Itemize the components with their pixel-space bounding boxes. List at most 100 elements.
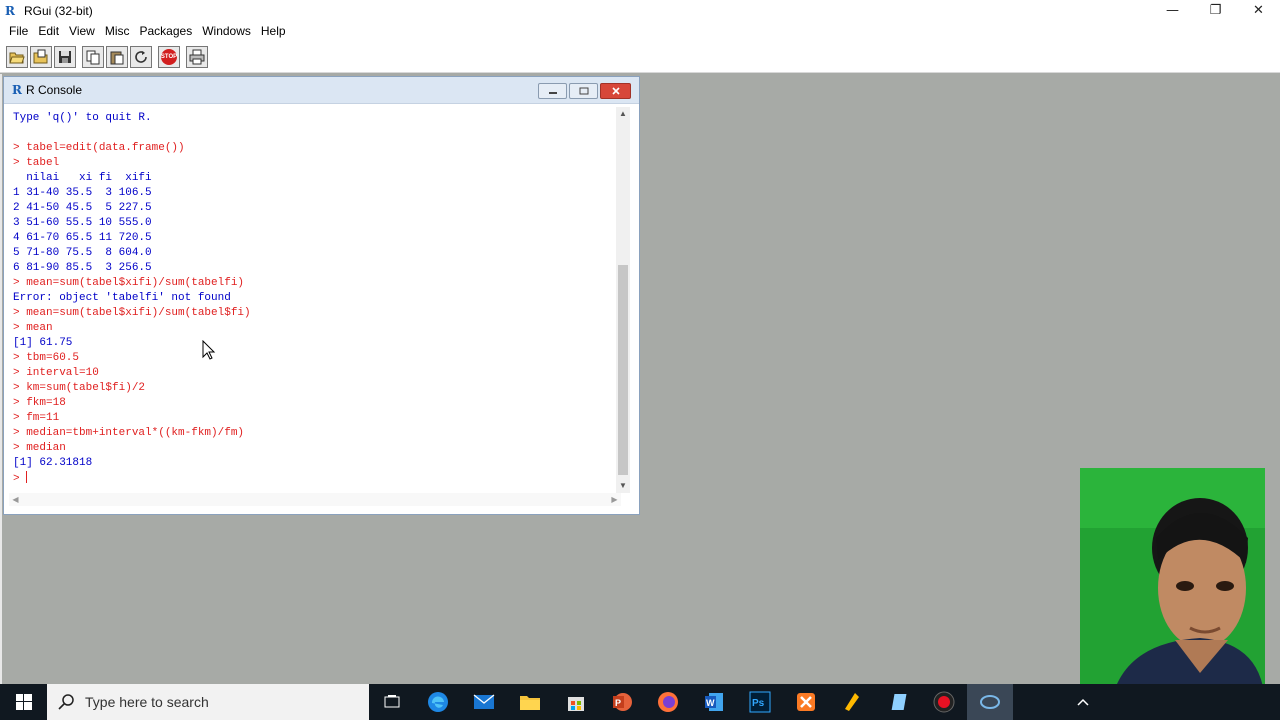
photoshop-button[interactable]: Ps	[737, 684, 783, 720]
system-tray	[1076, 684, 1090, 720]
vertical-scrollbar[interactable]: ▲ ▼	[616, 107, 630, 493]
console-input-line: > km=sum(tabel$fi)/2	[13, 382, 146, 394]
print-icon	[189, 49, 205, 64]
console-input-line: > mean	[13, 322, 53, 334]
stop-button[interactable]: STOP	[158, 45, 180, 68]
text-caret	[26, 471, 28, 483]
file-explorer-button[interactable]	[507, 684, 553, 720]
copy-button[interactable]	[82, 45, 104, 68]
search-placeholder: Type here to search	[85, 694, 209, 710]
menu-misc[interactable]: Misc	[100, 24, 135, 38]
console-maximize-button[interactable]	[569, 83, 598, 99]
toolbar: STOP	[0, 41, 1280, 73]
maximize-icon	[579, 87, 588, 95]
console-prompt[interactable]: >	[13, 471, 620, 486]
person-image	[1080, 468, 1265, 708]
yellow-app-button[interactable]	[829, 684, 875, 720]
console-output-line: 2 41-50 45.5 5 227.5	[13, 202, 152, 214]
console-titlebar[interactable]: R R Console	[4, 77, 639, 104]
file-explorer-icon	[520, 696, 540, 710]
orange-app-button[interactable]	[783, 684, 829, 720]
load-workspace-icon	[33, 49, 48, 63]
taskbar-search[interactable]: Type here to search	[47, 684, 369, 720]
scroll-thumb[interactable]	[618, 265, 628, 475]
edge-button[interactable]	[415, 684, 461, 720]
svg-text:P: P	[615, 698, 621, 708]
menu-help[interactable]: Help	[256, 24, 291, 38]
console-input-line: > mean=sum(tabel$xifi)/sum(tabelfi)	[13, 277, 245, 289]
print-button[interactable]	[186, 45, 208, 68]
console-input-line: > mean=sum(tabel$xifi)/sum(tabel$fi)	[13, 307, 251, 319]
recorder-icon	[933, 691, 955, 713]
recorder-button[interactable]	[921, 684, 967, 720]
start-button[interactable]	[0, 684, 47, 720]
save-workspace-icon	[59, 50, 71, 63]
stop-icon: STOP	[161, 48, 177, 65]
restore-button[interactable]: ❐	[1194, 0, 1237, 21]
task-view-button[interactable]	[369, 684, 415, 720]
console-output-line: 3 51-60 55.5 10 555.0	[13, 217, 152, 229]
mouse-pointer-icon	[202, 339, 216, 363]
minimize-button[interactable]: —	[1151, 0, 1194, 21]
horizontal-scrollbar[interactable]: ◀ ▶	[9, 493, 621, 506]
open-script-button[interactable]	[6, 45, 28, 68]
notepad-button[interactable]	[875, 684, 921, 720]
edge-icon	[428, 692, 448, 712]
console-input-line: > fm=11	[13, 412, 60, 424]
chevron-up-icon[interactable]	[1076, 697, 1090, 707]
console-window-controls	[536, 83, 631, 99]
cortana-app-button[interactable]	[967, 684, 1013, 720]
r-console-window: R R Console Type 'q()' to quit R. > tabel…	[3, 76, 640, 515]
scroll-up-icon[interactable]: ▲	[616, 107, 630, 121]
scroll-down-icon[interactable]: ▼	[616, 479, 630, 493]
console-input-line: > fkm=18	[13, 397, 66, 409]
paste-button[interactable]	[106, 45, 128, 68]
console-minimize-button[interactable]	[538, 83, 567, 99]
menu-windows[interactable]: Windows	[197, 24, 256, 38]
console-input-line: > tabel	[13, 157, 60, 169]
menu-packages[interactable]: Packages	[135, 24, 198, 38]
app-orange-icon	[797, 693, 815, 711]
close-button[interactable]: ✕	[1237, 0, 1280, 21]
windows-logo-icon	[15, 694, 32, 710]
console-output-line: 1 31-40 35.5 3 106.5	[13, 187, 152, 199]
minimize-icon	[548, 92, 557, 94]
menu-edit[interactable]: Edit	[33, 24, 64, 38]
scroll-left-icon[interactable]: ◀	[9, 493, 22, 506]
console-input-line: > interval=10	[13, 367, 99, 379]
menu-view[interactable]: View	[64, 24, 100, 38]
powerpoint-button[interactable]: P	[599, 684, 645, 720]
search-icon	[58, 694, 74, 710]
console-input-line: > tbm=60.5	[13, 352, 80, 364]
firefox-icon	[658, 692, 678, 712]
console-prompt-symbol: >	[13, 473, 27, 485]
menubar: File Edit View Misc Packages Windows Hel…	[0, 21, 1280, 41]
firefox-button[interactable]	[645, 684, 691, 720]
console-output-line: 6 81-90 85.5 3 256.5	[13, 262, 152, 274]
open-script-icon	[9, 52, 25, 63]
app-titlebar: R RGui (32-bit) — ❐ ✕	[0, 0, 1280, 21]
webcam-overlay	[1080, 468, 1265, 708]
console-output-line: [1] 62.31818	[13, 457, 93, 469]
svg-text:Ps: Ps	[752, 698, 765, 709]
word-button[interactable]: W	[691, 684, 737, 720]
svg-text:W: W	[706, 698, 715, 708]
save-workspace-button[interactable]	[54, 45, 76, 68]
console-output-line: 4 61-70 65.5 11 720.5	[13, 232, 152, 244]
console-close-button[interactable]	[600, 83, 631, 99]
console-output[interactable]: Type 'q()' to quit R. > tabel=edit(data.f…	[12, 108, 620, 492]
console-output-line: [1] 61.75	[13, 337, 73, 349]
close-icon	[611, 87, 620, 95]
load-workspace-button[interactable]	[30, 45, 52, 68]
app-title: RGui (32-bit)	[24, 3, 93, 18]
console-input-line: > median	[13, 442, 66, 454]
console-input-line: > tabel=edit(data.frame())	[13, 142, 185, 154]
scroll-right-icon[interactable]: ▶	[608, 493, 621, 506]
store-button[interactable]	[553, 684, 599, 720]
refresh-button[interactable]	[130, 45, 152, 68]
word-icon: W	[705, 693, 723, 711]
paste-icon	[110, 51, 124, 64]
mail-button[interactable]	[461, 684, 507, 720]
menu-file[interactable]: File	[4, 24, 33, 38]
